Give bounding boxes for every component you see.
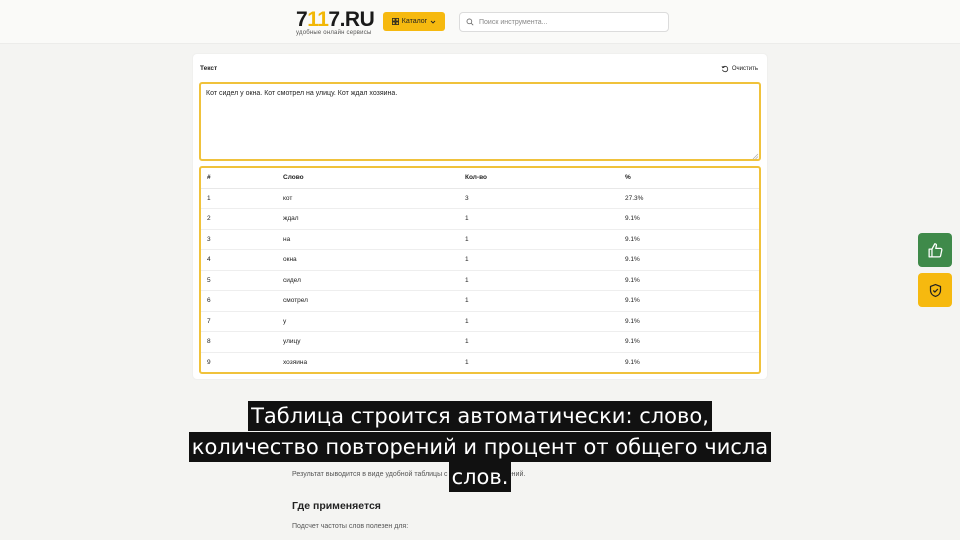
- clear-label: Очистить: [731, 66, 758, 72]
- search-input[interactable]: [479, 18, 659, 26]
- video-caption: Таблица строится автоматически: слово, к…: [0, 401, 960, 493]
- cell-number: 7: [201, 311, 277, 332]
- cell-number: 8: [201, 331, 277, 353]
- cell-number: 9: [207, 359, 211, 366]
- site-logo[interactable]: 7117.RU удобные онлайн сервисы: [296, 8, 375, 37]
- cell-word: сидел: [277, 270, 459, 291]
- cell-count: 1: [459, 311, 619, 332]
- cell-percent: 9.1%: [625, 359, 640, 366]
- word-counter-card: Текст Очистить Кот сидел у окна. Кот смо…: [193, 54, 767, 379]
- text-label: Текст: [200, 65, 218, 72]
- cell-word: у: [277, 311, 459, 332]
- thumbs-up-icon: [927, 242, 942, 258]
- table-row: 1 кот 3 27.3%: [201, 188, 759, 209]
- search-icon: [466, 18, 474, 26]
- cell-number: 3: [201, 229, 277, 250]
- text-input[interactable]: Кот сидел у окна. Кот смотрел на улицу. …: [199, 82, 761, 161]
- cell-word: улицу: [277, 331, 459, 353]
- cell-word: окна: [277, 249, 459, 271]
- like-button[interactable]: [918, 233, 952, 267]
- caption-line-3: слов.: [448, 462, 512, 492]
- column-header-word: Слово: [277, 168, 459, 189]
- table-header-row: # Слово Кол-во %: [201, 168, 759, 189]
- catalog-label: Каталог: [401, 18, 428, 25]
- table-row: 5 сидел 1 9.1%: [201, 270, 759, 291]
- cell-percent: 27.3%: [619, 188, 759, 209]
- cell-word: хозяина: [283, 359, 308, 366]
- cell-word: смотрел: [277, 290, 459, 312]
- cell-word: ждал: [277, 208, 459, 230]
- word-frequency-table: # Слово Кол-во % 1 кот 3 27.3% 2 ждал 1 9.1% 3…: [199, 166, 761, 374]
- cell-count: 3: [459, 188, 619, 209]
- cell-count: 1: [465, 359, 469, 366]
- refresh-icon: [721, 65, 729, 73]
- caption-line-2: количество повторений и процент от общег…: [188, 431, 772, 462]
- table-row: 3 на 1 9.1%: [201, 229, 759, 250]
- cell-count: 1: [459, 270, 619, 291]
- cell-count: 1: [459, 290, 619, 312]
- cell-count: 1: [459, 331, 619, 353]
- caption-line-1: Таблица строится автоматически: слово,: [248, 401, 712, 431]
- cell-percent: 9.1%: [619, 249, 759, 271]
- cell-word: кот: [277, 188, 459, 209]
- logo-wordmark: 7117.RU: [296, 8, 375, 31]
- cell-count: 1: [459, 229, 619, 250]
- site-header: 7117.RU удобные онлайн сервисы Каталог: [0, 0, 960, 44]
- catalog-button[interactable]: Каталог: [383, 12, 445, 31]
- column-header-percent: %: [619, 168, 759, 189]
- cell-count: 1: [459, 249, 619, 271]
- cell-number: 5: [201, 270, 277, 291]
- clear-button[interactable]: Очистить: [721, 63, 758, 75]
- shield-check-icon: [929, 283, 941, 297]
- cell-number: 1: [201, 188, 277, 209]
- logo-subtitle: удобные онлайн сервисы: [296, 30, 372, 36]
- table-row: 6 смотрел 1 9.1%: [201, 290, 759, 312]
- cell-percent: 9.1%: [619, 311, 759, 332]
- cell-number: 6: [201, 290, 277, 312]
- cell-percent: 9.1%: [619, 270, 759, 291]
- frequency-table: # Слово Кол-во % 1 кот 3 27.3% 2 ждал 1 9.1% 3…: [201, 168, 759, 372]
- table-row: 2 ждал 1 9.1%: [201, 208, 759, 230]
- chevron-down-icon: [430, 20, 436, 24]
- table-row: 9 хозяина 1 9.1%: [201, 352, 759, 372]
- cell-number: 4: [201, 249, 277, 271]
- usage-description: Подсчет частоты слов полезен для:: [292, 523, 409, 530]
- cell-percent: 9.1%: [619, 290, 759, 312]
- cell-percent: 9.1%: [619, 331, 759, 353]
- cell-count: 1: [459, 208, 619, 230]
- grid-icon: [391, 18, 399, 25]
- security-button[interactable]: [918, 273, 952, 307]
- table-row: 7 у 1 9.1%: [201, 311, 759, 332]
- cell-number: 2: [201, 208, 277, 230]
- cell-percent: 9.1%: [619, 208, 759, 230]
- cell-percent: 9.1%: [619, 229, 759, 250]
- column-header-number: #: [201, 168, 277, 189]
- usage-heading: Где применяется: [292, 500, 381, 512]
- table-row: 4 окна 1 9.1%: [201, 249, 759, 271]
- search-box: [459, 12, 669, 32]
- table-row: 8 улицу 1 9.1%: [201, 331, 759, 353]
- cell-word: на: [277, 229, 459, 250]
- column-header-count: Кол-во: [459, 168, 619, 189]
- resize-handle-icon[interactable]: [752, 153, 759, 160]
